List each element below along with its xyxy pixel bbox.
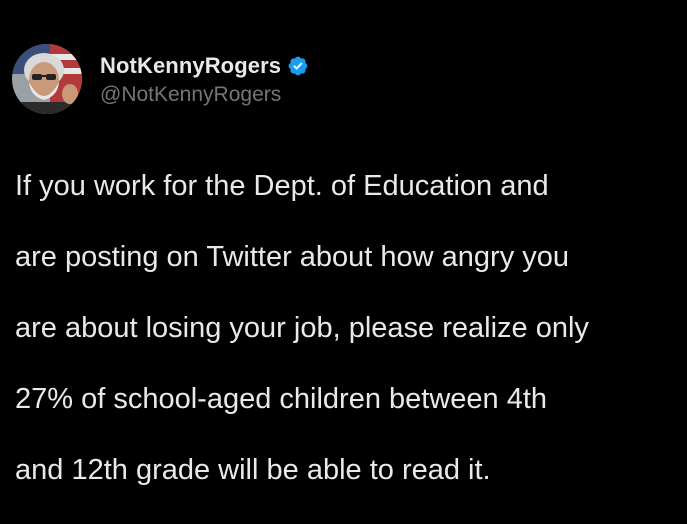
tweet-text-line: 27% of school-aged children between 4th [15, 382, 548, 415]
display-name[interactable]: NotKennyRogers [100, 53, 281, 79]
tweet-text-line: If you work for the Dept. of Education a… [15, 169, 549, 202]
verified-badge-icon [287, 55, 309, 77]
tweet-text-line: are posting on Twitter about how angry y… [15, 240, 570, 273]
display-name-row: NotKennyRogers [100, 51, 309, 81]
tweet-card: NotKennyRogers @NotKennyRogers If you wo… [0, 0, 687, 486]
avatar-image [12, 44, 82, 114]
avatar[interactable] [12, 44, 82, 114]
tweet-text: If you work for the Dept. of Education a… [15, 133, 675, 524]
handle[interactable]: @NotKennyRogers [100, 83, 309, 107]
tweet-header: NotKennyRogers @NotKennyRogers [12, 44, 309, 114]
tweet-text-line: are about losing your job, please realiz… [15, 311, 589, 344]
tweet-text-line: and 12th grade will be able to read it. [15, 453, 491, 486]
author-names: NotKennyRogers @NotKennyRogers [100, 51, 309, 107]
